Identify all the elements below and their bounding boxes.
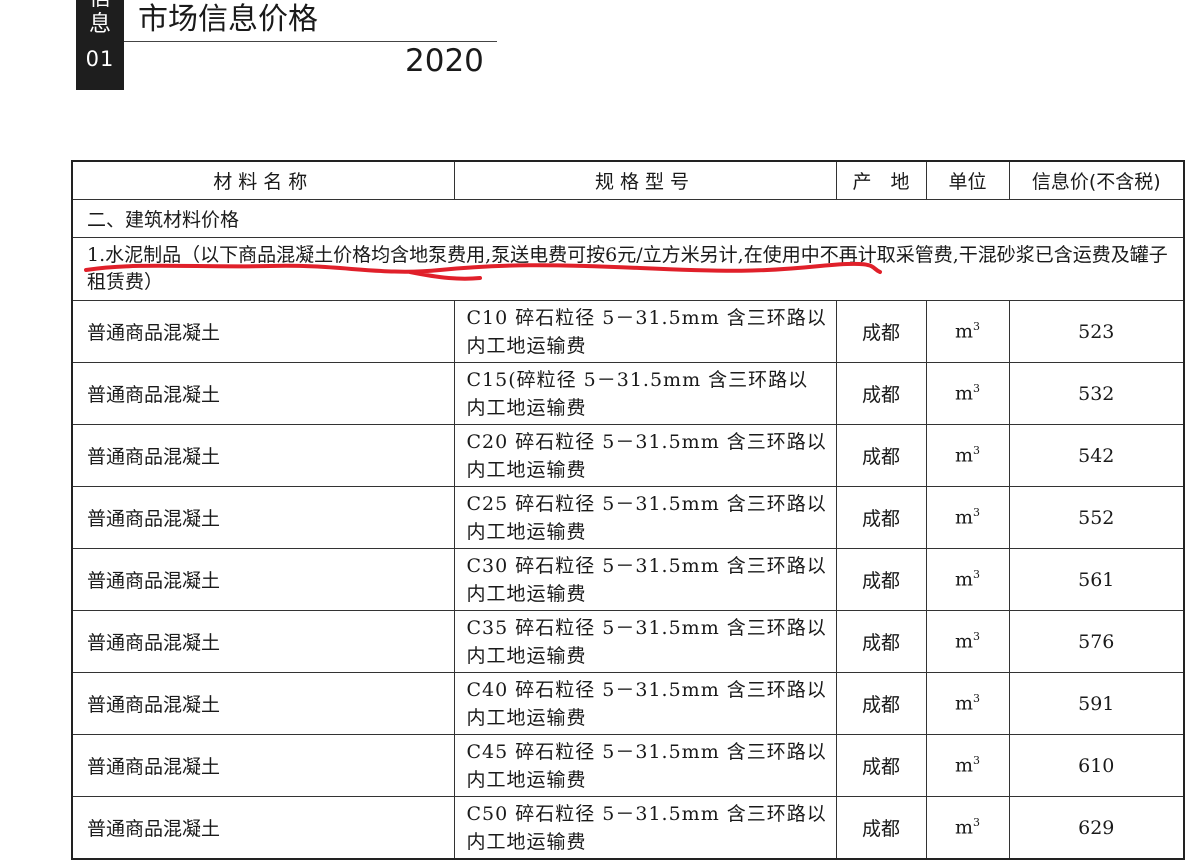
price-cell: 552 xyxy=(1008,486,1185,549)
material-name-cell: 普通商品混凝土 xyxy=(71,300,455,363)
material-name-cell: 普通商品混凝土 xyxy=(71,734,455,797)
material-name-cell: 普通商品混凝土 xyxy=(71,424,455,487)
unit-cell: m3 xyxy=(925,610,1010,673)
spec-cell: C10 碎石粒径 5－31.5mm 含三环路以内工地运输费 xyxy=(453,300,837,363)
origin-cell: 成都 xyxy=(835,610,927,673)
price-cell: 542 xyxy=(1008,424,1185,487)
unit-text: m xyxy=(954,754,974,777)
spec-cell: C25 碎石粒径 5－31.5mm 含三环路以内工地运输费 xyxy=(453,486,837,549)
section-row: 二、建筑材料价格 xyxy=(71,199,1185,238)
unit-superscript: 3 xyxy=(973,692,981,706)
table-row: 普通商品混凝土 C20 碎石粒径 5－31.5mm 含三环路以内工地运输费 成都 m3… xyxy=(71,424,1185,487)
section-badge: 信 息 01 xyxy=(76,0,124,90)
unit-text: m xyxy=(954,630,974,653)
table-row: 普通商品混凝土 C25 碎石粒径 5－31.5mm 含三环路以内工地运输费 成都 m3… xyxy=(71,486,1185,549)
table-row: 普通商品混凝土 C45 碎石粒径 5－31.5mm 含三环路以内工地运输费 成都 m3… xyxy=(71,734,1185,797)
unit-text: m xyxy=(954,816,974,839)
material-name-cell: 普通商品混凝土 xyxy=(71,672,455,735)
unit-superscript: 3 xyxy=(973,506,981,520)
spec-cell: C40 碎石粒径 5－31.5mm 含三环路以内工地运输费 xyxy=(453,672,837,735)
unit-superscript: 3 xyxy=(973,568,981,582)
header-material-name: 材料名称 xyxy=(71,160,455,200)
origin-cell: 成都 xyxy=(835,548,927,611)
price-table: 材料名称 规格型号 产 地 单位 信息价(不含税) 二、建筑材料价格 1.水泥制… xyxy=(71,160,1185,860)
price-cell: 523 xyxy=(1008,300,1185,363)
unit-cell: m3 xyxy=(925,796,1010,860)
unit-cell: m3 xyxy=(925,672,1010,735)
price-cell: 576 xyxy=(1008,610,1185,673)
material-name-cell: 普通商品混凝土 xyxy=(71,610,455,673)
section-title: 二、建筑材料价格 xyxy=(71,199,1185,238)
unit-text: m xyxy=(954,692,974,715)
header-unit: 单位 xyxy=(925,160,1010,200)
table-row: 普通商品混凝土 C35 碎石粒径 5－31.5mm 含三环路以内工地运输费 成都 m3… xyxy=(71,610,1185,673)
header-origin: 产 地 xyxy=(835,160,927,200)
origin-cell: 成都 xyxy=(835,486,927,549)
spec-cell: C45 碎石粒径 5－31.5mm 含三环路以内工地运输费 xyxy=(453,734,837,797)
unit-superscript: 3 xyxy=(973,630,981,644)
spec-cell: C50 碎石粒径 5－31.5mm 含三环路以内工地运输费 xyxy=(453,796,837,860)
note-row: 1.水泥制品（以下商品混凝土价格均含地泵费用,泵送电费可按6元/立方米另计,在使… xyxy=(71,237,1185,301)
price-cell: 610 xyxy=(1008,734,1185,797)
origin-cell: 成都 xyxy=(835,796,927,860)
unit-cell: m3 xyxy=(925,734,1010,797)
origin-cell: 成都 xyxy=(835,672,927,735)
unit-text: m xyxy=(954,320,974,343)
badge-number: 01 xyxy=(85,47,115,71)
unit-cell: m3 xyxy=(925,362,1010,425)
material-name-cell: 普通商品混凝土 xyxy=(71,362,455,425)
page-year: 2020 xyxy=(405,43,484,79)
unit-cell: m3 xyxy=(925,424,1010,487)
unit-cell: m3 xyxy=(925,300,1010,363)
price-cell: 591 xyxy=(1008,672,1185,735)
material-name-cell: 普通商品混凝土 xyxy=(71,548,455,611)
unit-superscript: 3 xyxy=(973,382,981,396)
table-row: 普通商品混凝土 C10 碎石粒径 5－31.5mm 含三环路以内工地运输费 成都 m3… xyxy=(71,300,1185,363)
table-row: 普通商品混凝土 C30 碎石粒径 5－31.5mm 含三环路以内工地运输费 成都 m3… xyxy=(71,548,1185,611)
page-title: 市场信息价格 xyxy=(138,2,318,37)
unit-superscript: 3 xyxy=(973,754,981,768)
unit-text: m xyxy=(954,382,974,405)
unit-superscript: 3 xyxy=(973,320,981,334)
origin-cell: 成都 xyxy=(835,734,927,797)
material-name-cell: 普通商品混凝土 xyxy=(71,796,455,860)
badge-char-top: 信 xyxy=(76,0,124,12)
origin-cell: 成都 xyxy=(835,300,927,363)
spec-cell: C30 碎石粒径 5－31.5mm 含三环路以内工地运输费 xyxy=(453,548,837,611)
spec-cell: C15(碎粒径 5－31.5mm 含三环路以内工地运输费 xyxy=(453,362,837,425)
table-row: 普通商品混凝土 C50 碎石粒径 5－31.5mm 含三环路以内工地运输费 成都 m3… xyxy=(71,796,1185,860)
origin-cell: 成都 xyxy=(835,362,927,425)
unit-text: m xyxy=(954,506,974,529)
price-cell: 629 xyxy=(1008,796,1185,860)
note-text: 1.水泥制品（以下商品混凝土价格均含地泵费用,泵送电费可按6元/立方米另计,在使… xyxy=(71,237,1185,301)
unit-cell: m3 xyxy=(925,486,1010,549)
unit-text: m xyxy=(954,444,974,467)
unit-superscript: 3 xyxy=(973,816,981,830)
table-header-row: 材料名称 规格型号 产 地 单位 信息价(不含税) xyxy=(71,160,1185,200)
unit-cell: m3 xyxy=(925,548,1010,611)
unit-text: m xyxy=(954,568,974,591)
badge-char-mid: 息 xyxy=(88,12,111,37)
unit-superscript: 3 xyxy=(973,444,981,458)
origin-cell: 成都 xyxy=(835,424,927,487)
material-name-cell: 普通商品混凝土 xyxy=(71,486,455,549)
price-cell: 532 xyxy=(1008,362,1185,425)
price-table-wrapper: 材料名称 规格型号 产 地 单位 信息价(不含税) 二、建筑材料价格 1.水泥制… xyxy=(71,160,1185,860)
header-price: 信息价(不含税) xyxy=(1008,160,1185,200)
spec-cell: C20 碎石粒径 5－31.5mm 含三环路以内工地运输费 xyxy=(453,424,837,487)
header-spec: 规格型号 xyxy=(453,160,837,200)
table-row: 普通商品混凝土 C15(碎粒径 5－31.5mm 含三环路以内工地运输费 成都 m3 5… xyxy=(71,362,1185,425)
price-cell: 561 xyxy=(1008,548,1185,611)
table-row: 普通商品混凝土 C40 碎石粒径 5－31.5mm 含三环路以内工地运输费 成都 m3… xyxy=(71,672,1185,735)
spec-cell: C35 碎石粒径 5－31.5mm 含三环路以内工地运输费 xyxy=(453,610,837,673)
